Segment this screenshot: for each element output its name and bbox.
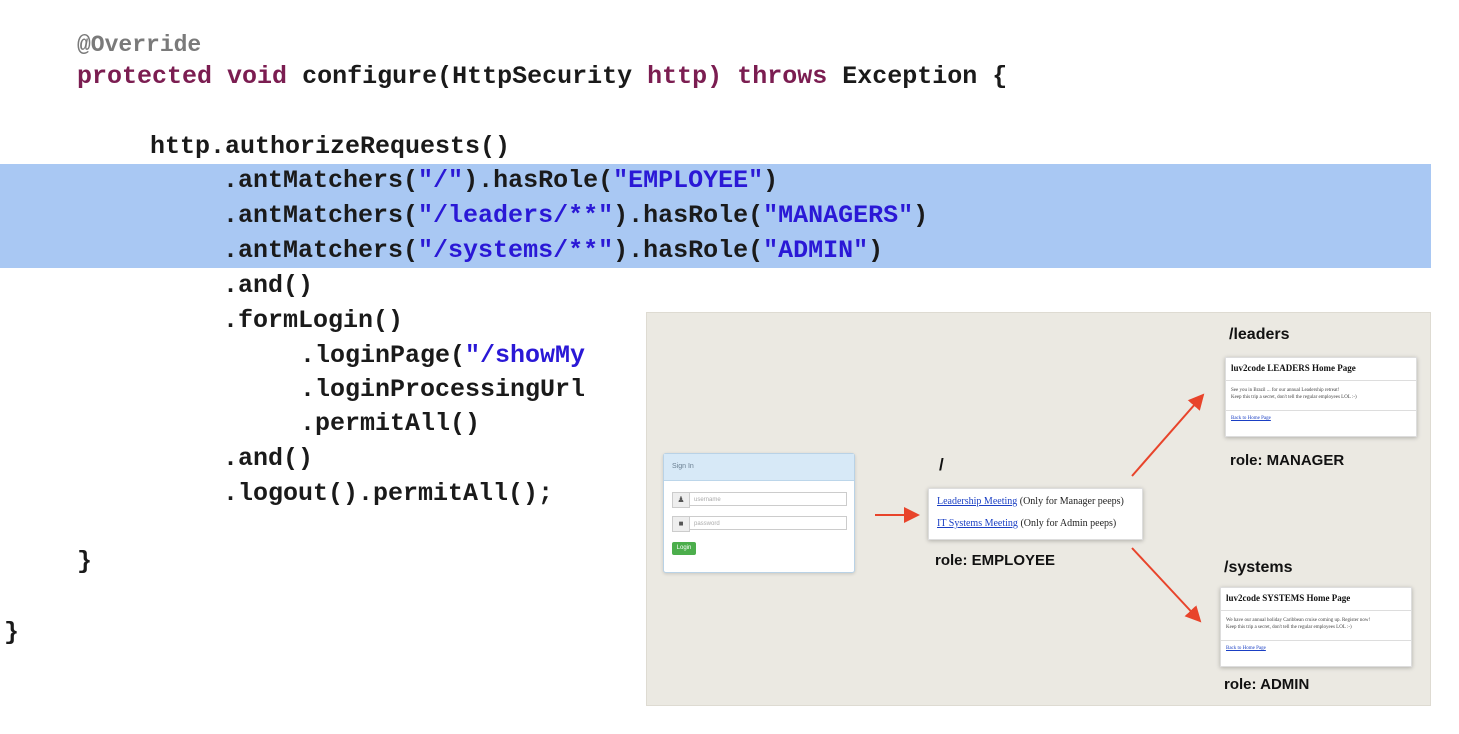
username-row: ♟ username xyxy=(672,492,848,508)
login-form: Sign In ♟ username ■ password Login xyxy=(663,453,855,573)
override-annotation: @Override xyxy=(77,32,202,58)
modifier-keyword: protected xyxy=(77,62,213,91)
user-icon: ♟ xyxy=(672,492,690,508)
login-header: Sign In xyxy=(664,454,854,481)
systems-path: /systems xyxy=(1224,559,1293,576)
leaders-card: luv2code LEADERS Home Page See you in Br… xyxy=(1225,357,1417,437)
closing-brace-inner: } xyxy=(77,547,93,576)
code-line-antmatchers-leaders: .antMatchers("/leaders/**").hasRole("MAN… xyxy=(223,199,928,233)
code-line-logout: .logout().permitAll(); xyxy=(223,479,554,508)
role-admin: role: ADMIN xyxy=(1224,676,1310,693)
role-employee: role: EMPLOYEE xyxy=(935,552,1056,569)
systems-note: (Only for Admin peeps) xyxy=(1020,518,1117,529)
code-line-loginprocessing: .loginProcessingUrl xyxy=(300,375,586,404)
leaders-desc-1: See you in Brazil ... for our annual Lea… xyxy=(1231,388,1340,393)
leaders-path: /leaders xyxy=(1229,326,1290,343)
code-token: .antMatchers( xyxy=(223,166,419,195)
employee-home-card: Leadership Meeting (Only for Manager pee… xyxy=(928,488,1143,540)
systems-title: luv2code SYSTEMS Home Page xyxy=(1226,593,1351,603)
username-input[interactable]: username xyxy=(689,492,847,506)
leaders-back-link[interactable]: Back to Home Page xyxy=(1231,416,1271,421)
code-token: ) xyxy=(913,201,929,230)
string-literal: "/showMy xyxy=(465,341,586,370)
systems-card: luv2code SYSTEMS Home Page We have our a… xyxy=(1220,587,1412,667)
code-line-antmatchers-root: .antMatchers("/").hasRole("EMPLOYEE") xyxy=(223,164,778,198)
divider xyxy=(1221,610,1411,611)
systems-desc-2: Keep this trip a secret, don't tell the … xyxy=(1226,625,1352,630)
systems-desc-1: We have our annual holiday Caribbean cru… xyxy=(1226,618,1371,623)
code-line-permitall: .permitAll() xyxy=(300,409,481,438)
string-literal: "/leaders/**" xyxy=(418,201,614,230)
string-literal: "/systems/**" xyxy=(418,236,614,265)
string-literal: "MANAGERS" xyxy=(763,201,914,230)
lock-icon: ■ xyxy=(672,516,690,532)
leadership-note: (Only for Manager peeps) xyxy=(1019,496,1124,507)
method-signature: protected void configure(HttpSecurity ht… xyxy=(77,60,1007,94)
role-flow-diagram: Sign In ♟ username ■ password Login / Le… xyxy=(647,313,1430,705)
exception-type: Exception { xyxy=(842,62,1008,91)
systems-line: IT Systems Meeting (Only for Admin peeps… xyxy=(937,518,1116,529)
closing-brace-outer: } xyxy=(4,618,20,647)
leaders-title: luv2code LEADERS Home Page xyxy=(1231,363,1356,373)
login-button[interactable]: Login xyxy=(672,542,696,555)
role-manager: role: MANAGER xyxy=(1230,452,1345,469)
arrow-home-to-leaders xyxy=(1131,393,1205,477)
code-token: .antMatchers( xyxy=(223,201,419,230)
leadership-line: Leadership Meeting (Only for Manager pee… xyxy=(937,496,1124,507)
divider xyxy=(1221,640,1411,641)
divider xyxy=(1226,410,1416,411)
code-line-authorize: http.authorizeRequests() xyxy=(150,132,511,161)
systems-back-link[interactable]: Back to Home Page xyxy=(1226,646,1266,651)
password-input[interactable]: password xyxy=(689,516,847,530)
string-literal: "ADMIN" xyxy=(763,236,869,265)
code-token: .antMatchers( xyxy=(223,236,419,265)
it-systems-meeting-link[interactable]: IT Systems Meeting xyxy=(937,518,1018,529)
code-line-and-1: .and() xyxy=(223,271,314,300)
string-literal: "EMPLOYEE" xyxy=(613,166,764,195)
code-line-loginpage: .loginPage("/showMy xyxy=(300,339,585,373)
return-type-keyword: void xyxy=(227,62,288,91)
code-line-and-2: .and() xyxy=(223,444,314,473)
code-token: ) xyxy=(763,166,779,195)
code-token: ) xyxy=(868,236,884,265)
code-line-formlogin: .formLogin() xyxy=(223,306,404,335)
leadership-meeting-link[interactable]: Leadership Meeting xyxy=(937,496,1017,507)
divider xyxy=(1226,380,1416,381)
param-name: http) xyxy=(647,62,723,91)
string-literal: "/" xyxy=(418,166,464,195)
code-token: .loginPage( xyxy=(300,341,466,370)
password-row: ■ password xyxy=(672,516,848,532)
arrow-home-to-systems xyxy=(1131,547,1202,623)
home-path: / xyxy=(939,455,944,474)
code-line-antmatchers-systems: .antMatchers("/systems/**").hasRole("ADM… xyxy=(223,234,883,268)
method-name: configure(HttpSecurity xyxy=(302,62,633,91)
leaders-desc-2: Keep this trip a secret, don't tell the … xyxy=(1231,395,1357,400)
code-token: ).hasRole( xyxy=(463,166,614,195)
code-token: ).hasRole( xyxy=(613,236,764,265)
throws-keyword: throws xyxy=(737,62,828,91)
code-token: ).hasRole( xyxy=(613,201,764,230)
